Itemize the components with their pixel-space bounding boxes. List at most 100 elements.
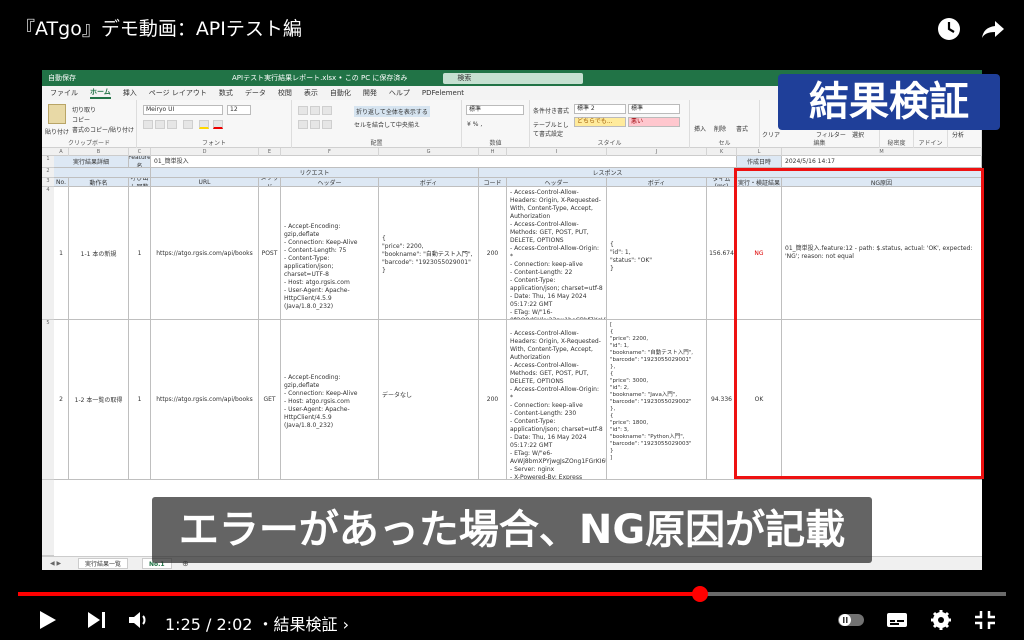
row2-res-body[interactable]: [ { "price": 2200, "id": 1, "bookname": … bbox=[607, 320, 707, 480]
col-b[interactable]: B bbox=[69, 148, 129, 156]
progress-bar[interactable] bbox=[18, 586, 1006, 602]
align-bottom-icon[interactable] bbox=[322, 106, 332, 115]
row2-res-headers[interactable]: - Access-Control-Allow-Headers: Origin, … bbox=[507, 320, 607, 480]
number-format-select[interactable]: 標準 bbox=[466, 105, 524, 115]
video-title[interactable]: 『ATgo』デモ動画：APIテスト編 bbox=[16, 14, 302, 41]
row1-action[interactable]: 1-1 本の新規 bbox=[69, 187, 129, 320]
fill-color-icon[interactable] bbox=[199, 120, 209, 129]
wrap-text-button[interactable]: 折り返して全体を表示する bbox=[354, 106, 430, 117]
col-m[interactable]: M bbox=[782, 148, 982, 156]
row-header[interactable]: 2 bbox=[42, 168, 54, 178]
align-center-icon[interactable] bbox=[310, 120, 320, 129]
style-normal[interactable]: 標準 bbox=[628, 104, 680, 114]
menu-page-layout[interactable]: ページ レイアウト bbox=[149, 88, 207, 98]
italic-icon[interactable] bbox=[155, 120, 165, 129]
paste-button[interactable]: 貼り付け bbox=[45, 127, 69, 136]
autoplay-toggle-icon[interactable] bbox=[836, 608, 864, 632]
header-code[interactable]: コード bbox=[479, 178, 507, 187]
row2-req-body[interactable]: データなし bbox=[379, 320, 479, 480]
exit-fullscreen-icon[interactable] bbox=[972, 608, 998, 632]
volume-icon[interactable] bbox=[126, 608, 152, 632]
row2-req-headers[interactable]: - Accept-Encoding: gzip,deflate - Connec… bbox=[281, 320, 379, 480]
format-painter-button[interactable]: 書式のコピー/貼り付け bbox=[72, 125, 134, 134]
menu-automate[interactable]: 自動化 bbox=[330, 88, 351, 98]
header-url[interactable]: URL bbox=[151, 178, 259, 187]
row2-action[interactable]: 1-2 本一覧の取得 bbox=[69, 320, 129, 480]
tab-nav-arrows[interactable]: ◀ ▶ bbox=[50, 560, 61, 567]
merge-center-button[interactable]: セルを結合して中央揃え bbox=[354, 120, 420, 129]
row-header[interactable]: 3 bbox=[42, 178, 54, 187]
header-req-headers[interactable]: ヘッダー bbox=[281, 178, 379, 187]
border-icon[interactable] bbox=[183, 120, 193, 129]
style-bad[interactable]: 悪い bbox=[628, 117, 680, 127]
menu-pdfelement[interactable]: PDFelement bbox=[422, 89, 464, 97]
cut-button[interactable]: 切り取り bbox=[72, 105, 96, 114]
col-c[interactable]: C bbox=[129, 148, 151, 156]
row1-calls[interactable]: 1 bbox=[129, 187, 151, 320]
conditional-format-button[interactable]: 条件付き書式 bbox=[533, 106, 569, 115]
menu-file[interactable]: ファイル bbox=[50, 88, 78, 98]
style-normal2[interactable]: 標準 2 bbox=[574, 104, 626, 114]
align-right-icon[interactable] bbox=[322, 120, 332, 129]
addin-label[interactable]: アドイン bbox=[914, 138, 947, 147]
row-header[interactable]: 4 bbox=[42, 187, 54, 320]
play-icon[interactable] bbox=[34, 608, 60, 632]
bold-icon[interactable] bbox=[143, 120, 153, 129]
header-res-body[interactable]: ボディ bbox=[607, 178, 707, 187]
feature-label[interactable]: Feature名 bbox=[129, 156, 151, 168]
row-header[interactable] bbox=[42, 480, 54, 556]
row1-url[interactable]: https://atgo.rgsis.com/api/books bbox=[151, 187, 259, 320]
col-j[interactable]: J bbox=[607, 148, 707, 156]
settings-icon[interactable] bbox=[928, 608, 954, 632]
subtitles-icon[interactable] bbox=[884, 608, 910, 632]
align-left-icon[interactable] bbox=[298, 120, 308, 129]
row1-req-body[interactable]: { "price": 2200, "bookname": "自動テスト入門", … bbox=[379, 187, 479, 320]
chapter-title[interactable]: ・結果検証 › bbox=[258, 615, 350, 634]
row2-method[interactable]: GET bbox=[259, 320, 281, 480]
header-action[interactable]: 動作名 bbox=[69, 178, 129, 187]
header-res-headers[interactable]: ヘッダー bbox=[507, 178, 607, 187]
row-header[interactable]: 1 bbox=[42, 156, 54, 168]
col-a[interactable]: A bbox=[54, 148, 69, 156]
row2-code[interactable]: 200 bbox=[479, 320, 507, 480]
row1-no[interactable]: 1 bbox=[54, 187, 69, 320]
row2-url[interactable]: https://atgo.rgsis.com/api/books bbox=[151, 320, 259, 480]
tab-summary[interactable]: 実行結果一覧 bbox=[78, 558, 129, 569]
col-h[interactable]: H bbox=[479, 148, 507, 156]
col-d[interactable]: D bbox=[151, 148, 259, 156]
next-icon[interactable] bbox=[84, 608, 110, 632]
copy-button[interactable]: コピー bbox=[72, 115, 90, 124]
col-k[interactable]: K bbox=[707, 148, 737, 156]
currency-icon[interactable]: ¥ % , bbox=[467, 121, 482, 128]
watch-later-icon[interactable] bbox=[936, 16, 962, 42]
menu-insert[interactable]: 挿入 bbox=[123, 88, 137, 98]
menu-help[interactable]: ヘルプ bbox=[389, 88, 410, 98]
font-select[interactable]: Meiryo UI bbox=[143, 105, 223, 115]
align-middle-icon[interactable] bbox=[310, 106, 320, 115]
col-i[interactable]: I bbox=[507, 148, 607, 156]
row2-time[interactable]: 94.336 bbox=[707, 320, 737, 480]
menu-home[interactable]: ホーム bbox=[90, 87, 111, 99]
menu-review[interactable]: 校閲 bbox=[278, 88, 292, 98]
col-e[interactable]: E bbox=[259, 148, 281, 156]
table-format-button[interactable]: テーブルとして書式設定 bbox=[533, 120, 571, 138]
header-req-body[interactable]: ボディ bbox=[379, 178, 479, 187]
header-no[interactable]: No. bbox=[54, 178, 69, 187]
share-icon[interactable] bbox=[980, 16, 1006, 42]
underline-icon[interactable] bbox=[167, 120, 177, 129]
search-box[interactable]: 検索 bbox=[443, 72, 584, 84]
created-value[interactable]: 2024/5/16 14:17 bbox=[782, 156, 982, 168]
format-cells-button[interactable]: 書式 bbox=[736, 124, 748, 133]
row2-calls[interactable]: 1 bbox=[129, 320, 151, 480]
font-color-icon[interactable] bbox=[213, 120, 223, 129]
row-header[interactable]: 5 bbox=[42, 320, 54, 480]
insert-cells-button[interactable]: 挿入 bbox=[694, 124, 706, 133]
paste-icon[interactable] bbox=[48, 104, 66, 124]
col-l[interactable]: L bbox=[737, 148, 782, 156]
feature-value[interactable]: 01_簡単投入 bbox=[151, 156, 737, 168]
delete-cells-button[interactable]: 削除 bbox=[714, 124, 726, 133]
response-header[interactable]: レスポンス bbox=[479, 168, 737, 178]
col-f[interactable]: F bbox=[281, 148, 379, 156]
row1-res-body[interactable]: { "id": 1, "status": "OK" } bbox=[607, 187, 707, 320]
menu-formulas[interactable]: 数式 bbox=[219, 88, 233, 98]
